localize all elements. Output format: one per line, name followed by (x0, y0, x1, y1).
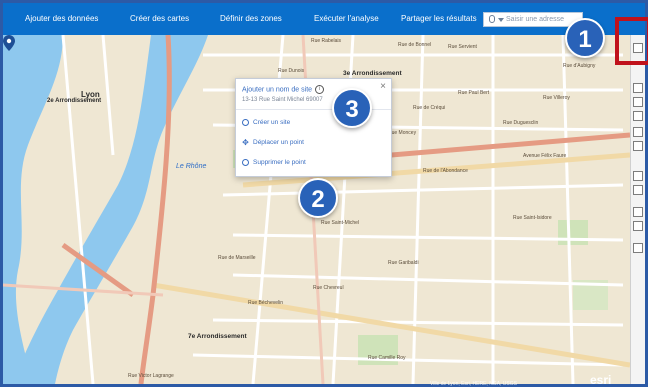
top-navigation-bar: Ajouter des données Créer des cartes Déf… (3, 3, 645, 35)
delete-point-button[interactable]: Supprimer le point (242, 159, 306, 166)
popup-address: 13-13 Rue Saint Michel 69007 (242, 97, 323, 103)
label-rue-villeroy: Rue Villeroy (543, 95, 570, 101)
nav-define-zones[interactable]: Définir des zones (220, 3, 282, 35)
map-attribution: Ville de Lyon, Esri, HERE, NGA, USGS (430, 381, 517, 387)
export-tool-button[interactable] (633, 185, 643, 195)
label-rue-chevreul: Rue Chevreul (313, 285, 344, 291)
nav-create-maps[interactable]: Créer des cartes (130, 3, 189, 35)
label-rue-saint-michel: Rue Saint-Michel (321, 220, 360, 226)
site-popup: Ajouter un nom de site i × 13-13 Rue Sain… (235, 78, 392, 177)
label-rue-de-bonnel: Rue de Bonnel (398, 42, 432, 48)
move-icon: ✥ (242, 138, 249, 147)
zoom-in-tool-button[interactable] (633, 97, 643, 107)
target-icon (242, 119, 249, 126)
label-rhone: Le Rhône (176, 163, 207, 170)
clear-tool-button[interactable] (633, 171, 643, 181)
label-rue-de-marseille: Rue de Marseille (218, 255, 256, 261)
right-toolbar (630, 35, 645, 384)
create-site-button[interactable]: Créer un site (242, 119, 290, 126)
address-search-input[interactable]: Saisir une adresse (483, 12, 583, 27)
step-badge-1: 1 (565, 18, 605, 58)
label-rue-de-crequi: Rue de Créqui (413, 105, 446, 111)
label-rue-duguesclin: Rue Duguesclin (503, 120, 539, 126)
label-rue-abondance: Rue de l'Abondance (423, 168, 468, 174)
layers-tool-button[interactable] (633, 221, 643, 231)
label-3e-arrondissement: 3e Arrondissement (343, 70, 402, 77)
label-2e-arrondissement: 2e Arrondissement (47, 98, 102, 104)
label-rue-paul-bert: Rue Paul Bert (458, 90, 490, 96)
label-rue-garibaldi: Rue Garibaldi (388, 260, 419, 266)
label-7e-arrondissement: 7e Arrondissement (188, 333, 247, 340)
step-badge-2: 2 (298, 178, 338, 218)
print-tool-button[interactable] (633, 207, 643, 217)
popup-title-container: Ajouter un nom de site i (242, 85, 325, 94)
step-badge-3: 3 (332, 88, 372, 128)
label-rue-servient: Rue Servient (448, 44, 477, 50)
location-pin-icon (489, 15, 495, 23)
label-rue-rabelais: Rue Rabelais (311, 38, 342, 44)
search-placeholder: Saisir une adresse (506, 16, 564, 23)
location-pin-icon[interactable] (3, 35, 15, 51)
zoom-out-tool-button[interactable] (633, 111, 643, 121)
select-tool-button[interactable] (633, 83, 643, 93)
nav-run-analysis[interactable]: Exécuter l'analyse (314, 3, 379, 35)
pan-tool-button[interactable] (633, 127, 643, 137)
label-rue-victor-lagrange: Rue Victor Lagrange (128, 373, 174, 379)
move-point-button[interactable]: ✥ Déplacer un point (242, 138, 304, 147)
notes-tool-button[interactable] (633, 243, 643, 253)
label-rue-dunois: Rue Dunois (278, 68, 305, 74)
label-rue-saint-isidore: Rue Saint-Isidore (513, 215, 552, 221)
delete-point-label: Supprimer le point (253, 159, 306, 167)
info-icon[interactable]: i (315, 85, 325, 94)
move-point-label: Déplacer un point (253, 139, 304, 147)
highlight-box (615, 17, 648, 65)
label-rue-moncey: Rue Moncey (388, 130, 417, 136)
label-rue-d-aubigny: Rue d'Aubigny (563, 63, 596, 69)
label-rue-camille-roy: Rue Camille Roy (368, 355, 406, 361)
esri-logo: esri (590, 373, 612, 387)
delete-icon (242, 159, 249, 166)
popup-title[interactable]: Ajouter un nom de site (242, 86, 312, 93)
nav-share-results[interactable]: Partager les résultats (401, 3, 477, 35)
close-icon[interactable]: × (380, 81, 386, 92)
nav-add-data[interactable]: Ajouter des données (25, 3, 98, 35)
label-avenue-felix-faure: Avenue Félix Faure (523, 153, 567, 159)
label-rue-bechevelin: Rue Béchevelin (248, 300, 284, 306)
chevron-down-icon[interactable] (498, 18, 504, 22)
search-tool-button[interactable] (633, 141, 643, 151)
create-site-label: Créer un site (253, 119, 291, 127)
